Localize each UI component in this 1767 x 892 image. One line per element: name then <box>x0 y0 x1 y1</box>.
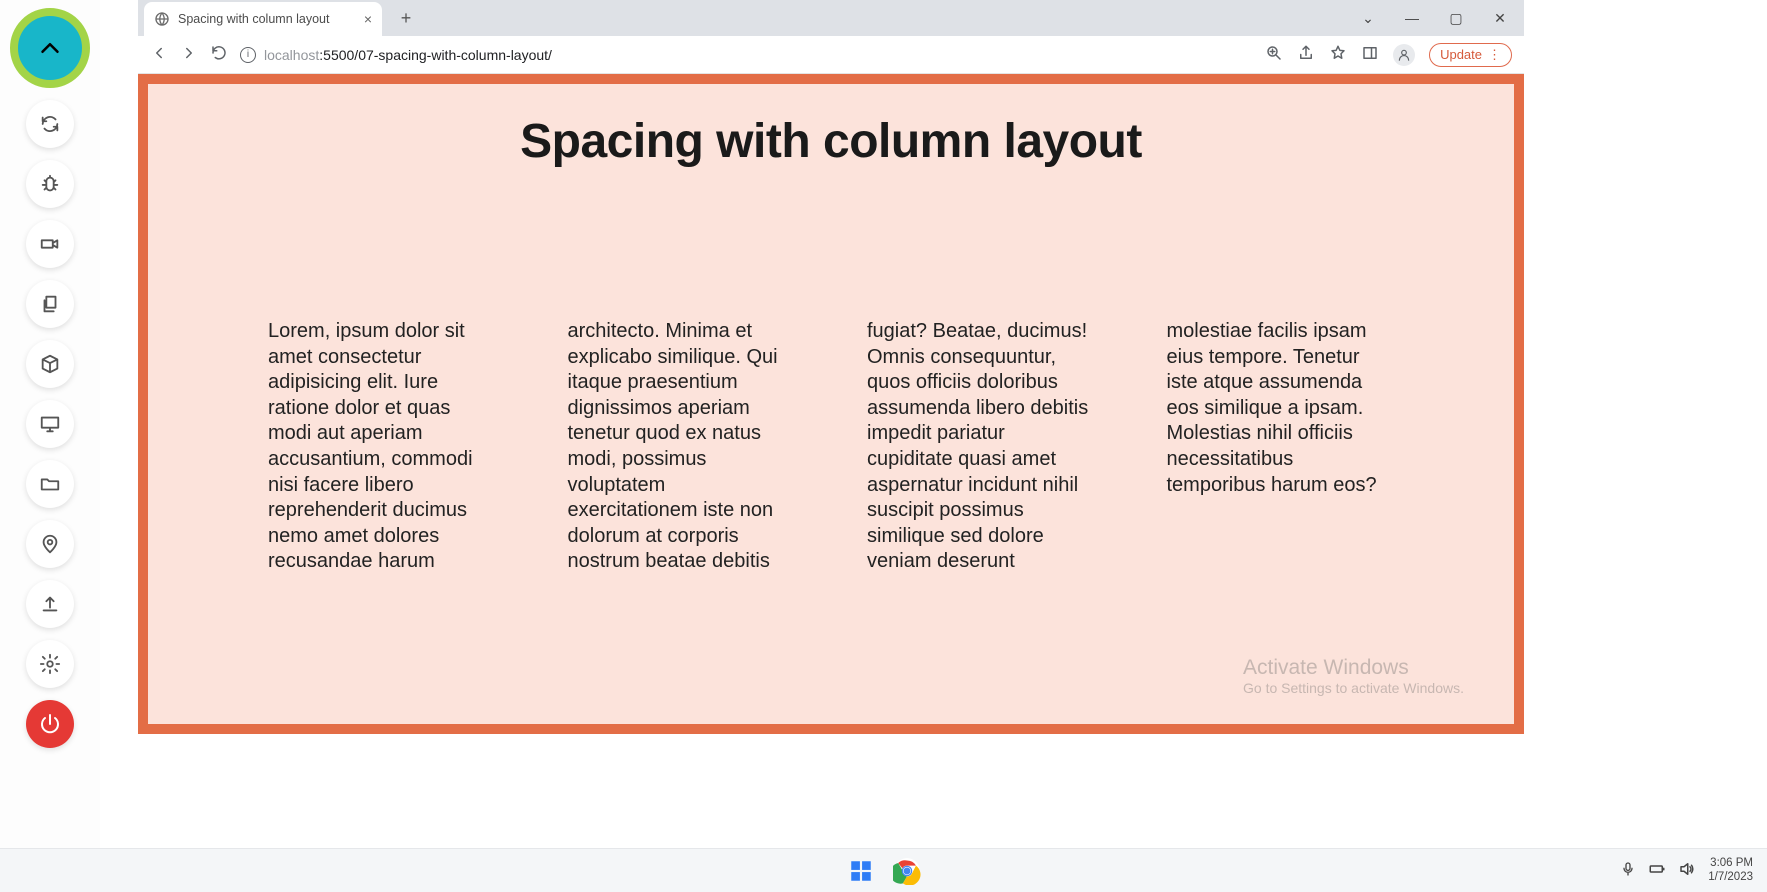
clock-date: 1/7/2023 <box>1708 871 1753 884</box>
chrome-taskbar-button[interactable] <box>891 855 923 887</box>
address-bar[interactable]: i localhost:5500/07-spacing-with-column-… <box>240 47 1253 63</box>
tab-strip: Spacing with column layout × + ⌄ — ▢ ✕ <box>138 0 1524 36</box>
upload-icon <box>39 593 61 615</box>
update-button[interactable]: Update ⋮ <box>1429 43 1512 67</box>
start-button[interactable] <box>845 855 877 887</box>
clock-time: 3:06 PM <box>1708 857 1753 870</box>
app-side-rail <box>0 0 100 892</box>
speaker-icon <box>1678 860 1696 878</box>
rail-settings-button[interactable] <box>26 640 74 688</box>
taskbar-center <box>845 855 923 887</box>
panel-icon <box>1361 44 1379 62</box>
toolbar-right: Update ⋮ <box>1265 43 1512 67</box>
chevron-up-icon <box>35 33 65 63</box>
maximize-button[interactable]: ▢ <box>1444 10 1468 27</box>
cube-icon <box>39 353 61 375</box>
page-heading: Spacing with column layout <box>188 114 1474 169</box>
browser-tab[interactable]: Spacing with column layout × <box>144 2 382 36</box>
rail-sync-button[interactable] <box>26 100 74 148</box>
browser-window: Spacing with column layout × + ⌄ — ▢ ✕ i… <box>138 0 1524 892</box>
tab-title: Spacing with column layout <box>178 12 329 26</box>
rail-power-button[interactable] <box>26 700 74 748</box>
kebab-icon: ⋮ <box>1488 47 1501 63</box>
refresh-icon <box>39 113 61 135</box>
rail-debug-button[interactable] <box>26 160 74 208</box>
pin-icon <box>39 533 61 555</box>
taskbar-clock[interactable]: 3:06 PM 1/7/2023 <box>1708 857 1753 883</box>
rail-record-button[interactable] <box>26 220 74 268</box>
tab-search-button[interactable]: ⌄ <box>1356 10 1380 27</box>
folder-icon <box>39 473 61 495</box>
chrome-icon <box>893 857 921 885</box>
rail-copy-button[interactable] <box>26 280 74 328</box>
windows-icon <box>848 858 874 884</box>
reload-icon <box>210 44 228 62</box>
mic-tray-icon[interactable] <box>1620 861 1636 880</box>
forward-button[interactable] <box>180 44 198 65</box>
battery-tray-icon[interactable] <box>1648 860 1666 881</box>
page-root: Spacing with column layout Lorem, ipsum … <box>138 74 1524 734</box>
url-text: localhost:5500/07-spacing-with-column-la… <box>264 47 552 63</box>
zoom-icon <box>1265 44 1283 62</box>
star-icon <box>1329 44 1347 62</box>
share-button[interactable] <box>1297 44 1315 65</box>
windows-activation-watermark: Activate Windows Go to Settings to activ… <box>1243 656 1464 696</box>
microphone-icon <box>1620 861 1636 877</box>
new-tab-button[interactable]: + <box>392 4 420 32</box>
page-viewport: Spacing with column layout Lorem, ipsum … <box>138 74 1524 734</box>
tab-close-button[interactable]: × <box>364 11 372 27</box>
arrow-right-icon <box>180 44 198 62</box>
profile-button[interactable] <box>1393 44 1415 66</box>
rail-package-button[interactable] <box>26 340 74 388</box>
bookmark-button[interactable] <box>1329 44 1347 65</box>
power-icon <box>38 712 62 736</box>
monitor-icon <box>39 413 61 435</box>
copy-icon <box>39 293 61 315</box>
back-button[interactable] <box>150 44 168 65</box>
sound-tray-icon[interactable] <box>1678 860 1696 881</box>
window-controls: ⌄ — ▢ ✕ <box>1344 10 1524 27</box>
system-tray: 3:06 PM 1/7/2023 <box>1620 857 1767 883</box>
minimize-button[interactable]: — <box>1400 10 1424 27</box>
camera-icon <box>39 233 61 255</box>
zoom-button[interactable] <box>1265 44 1283 65</box>
watermark-line2: Go to Settings to activate Windows. <box>1243 680 1464 696</box>
arrow-left-icon <box>150 44 168 62</box>
globe-icon <box>154 11 170 27</box>
share-icon <box>1297 44 1315 62</box>
browser-toolbar: i localhost:5500/07-spacing-with-column-… <box>138 36 1524 74</box>
sidepanel-button[interactable] <box>1361 44 1379 65</box>
reload-button[interactable] <box>210 44 228 65</box>
update-label: Update <box>1440 47 1482 62</box>
bug-icon <box>39 173 61 195</box>
rail-toggle-button[interactable] <box>10 8 90 88</box>
person-icon <box>1397 48 1411 62</box>
rail-location-button[interactable] <box>26 520 74 568</box>
rail-upload-button[interactable] <box>26 580 74 628</box>
battery-icon <box>1648 860 1666 878</box>
column-text: Lorem, ipsum dolor sit amet consectetur … <box>188 319 1474 575</box>
gear-icon <box>39 653 61 675</box>
taskbar: 3:06 PM 1/7/2023 <box>0 848 1767 892</box>
watermark-line1: Activate Windows <box>1243 656 1464 680</box>
close-window-button[interactable]: ✕ <box>1488 10 1512 27</box>
rail-folder-button[interactable] <box>26 460 74 508</box>
site-info-icon[interactable]: i <box>240 47 256 63</box>
rail-display-button[interactable] <box>26 400 74 448</box>
